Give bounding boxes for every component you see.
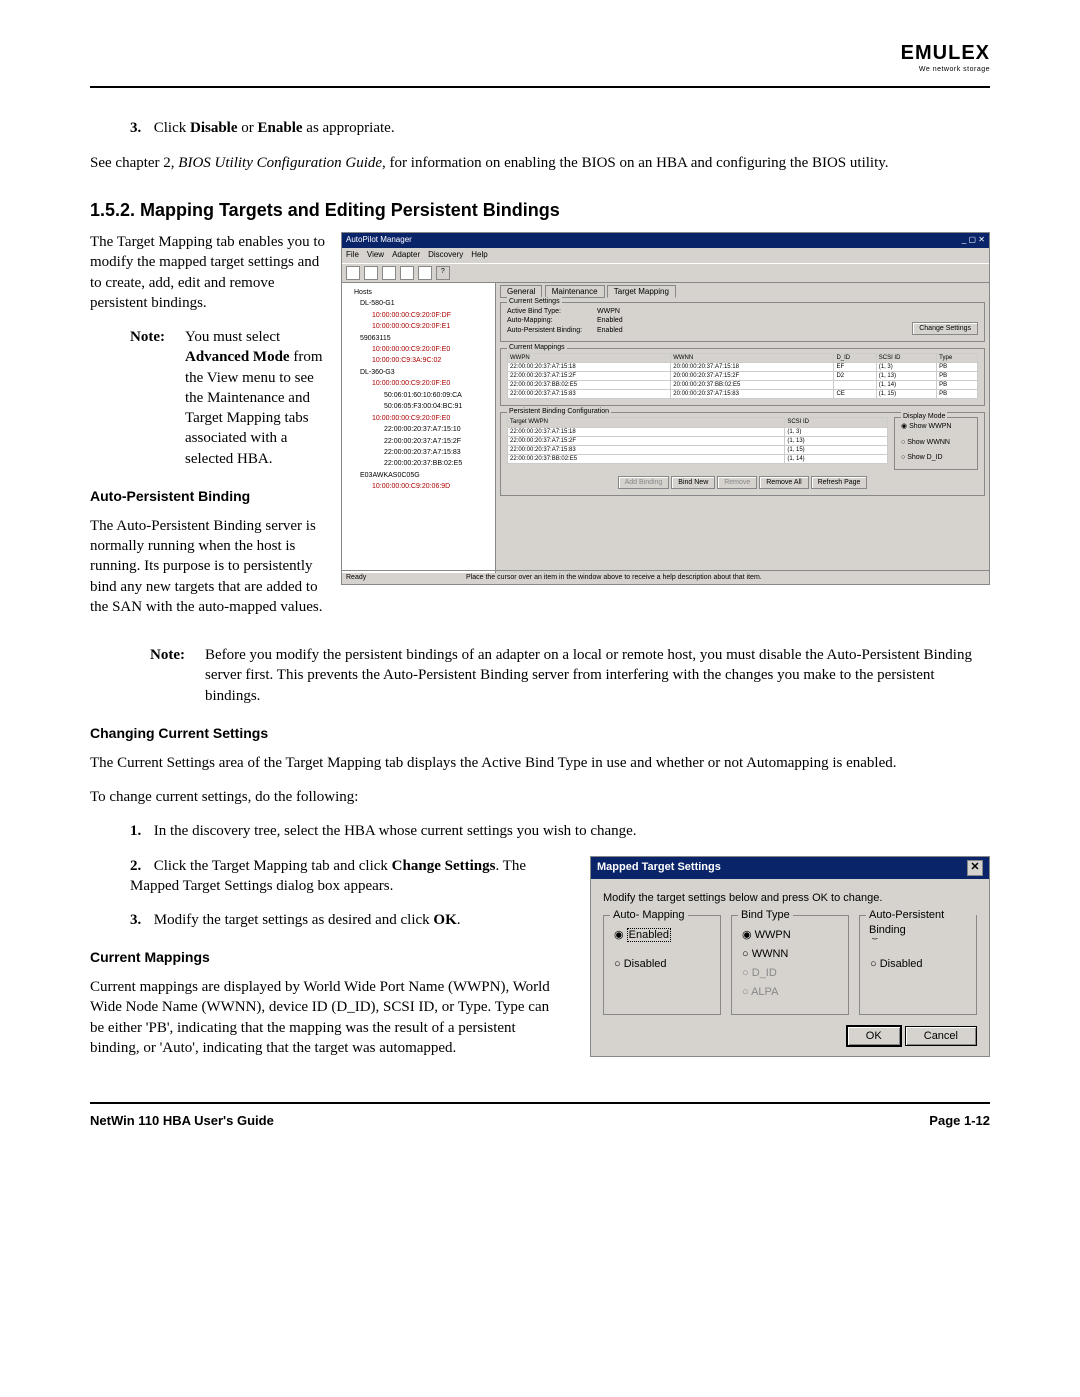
- cm-text: Current mappings are displayed by World …: [90, 977, 565, 1058]
- toolbar-icon[interactable]: [346, 266, 360, 280]
- brand-logo: EMULEX: [901, 42, 990, 64]
- app-screenshot: AutoPilot Manager _ ▢ ✕ FileViewAdapterD…: [341, 232, 990, 585]
- ccs-heading: Changing Current Settings: [90, 724, 990, 743]
- current-settings-group: Current Settings Active Bind Type:WWPN A…: [500, 302, 985, 342]
- step-3: 3. Modify the target settings as desired…: [130, 910, 565, 930]
- section-title: 1.5.2. Mapping Targets and Editing Persi…: [90, 198, 990, 222]
- refresh-page-button[interactable]: Refresh Page: [811, 476, 868, 489]
- mapping-intro: The Target Mapping tab enables you to mo…: [90, 232, 325, 313]
- header-rule: [90, 86, 990, 88]
- note-body: Before you modify the persistent binding…: [205, 645, 990, 706]
- close-icon[interactable]: ✕: [967, 860, 983, 876]
- toolbar[interactable]: ?: [342, 263, 989, 283]
- page-header: EMULEX We network storage: [90, 40, 990, 82]
- brand-tagline: We network storage: [90, 65, 990, 74]
- tab-target-mapping[interactable]: Target Mapping: [607, 285, 676, 298]
- status-bar: Ready Place the cursor over an item in t…: [342, 570, 989, 584]
- tab-bar[interactable]: General Maintenance Target Mapping: [500, 287, 985, 298]
- add-binding-button[interactable]: Add Binding: [618, 476, 670, 489]
- autopb-group: Auto-Persistent Binding ◉ Enabled ○ Disa…: [859, 915, 977, 1014]
- radio-did[interactable]: ○ D_ID: [742, 966, 838, 981]
- toolbar-icon[interactable]: [364, 266, 378, 280]
- remove-button[interactable]: Remove: [717, 476, 757, 489]
- menubar[interactable]: FileViewAdapterDiscoveryHelp: [342, 248, 989, 263]
- radio-wwpn[interactable]: ◉ WWPN: [742, 928, 838, 943]
- toolbar-icon[interactable]: [418, 266, 432, 280]
- display-mode-group: Display Mode ◉ Show WWPN ○ Show WWNN ○ S…: [894, 417, 978, 469]
- radio-enabled[interactable]: ◉ Enabled: [614, 928, 710, 943]
- note-label: Note:: [130, 327, 185, 469]
- ccs-p2: To change current settings, do the follo…: [90, 787, 990, 807]
- window-controls[interactable]: _ ▢ ✕: [962, 235, 985, 246]
- radio-disabled[interactable]: ○ Disabled: [614, 957, 710, 972]
- toolbar-icon[interactable]: [382, 266, 396, 280]
- dialog-titlebar: Mapped Target Settings ✕: [591, 857, 989, 879]
- pb-table[interactable]: Target WWPNSCSI ID 22:00:00:20:37:A7:15:…: [507, 417, 888, 463]
- auto-pb-heading: Auto-Persistent Binding: [90, 487, 325, 506]
- pb-config-group: Persistent Binding Configuration Target …: [500, 412, 985, 496]
- cancel-button[interactable]: Cancel: [905, 1026, 977, 1046]
- ccs-p1: The Current Settings area of the Target …: [90, 753, 990, 773]
- bind-new-button[interactable]: Bind New: [671, 476, 715, 489]
- page-footer: NetWin 110 HBA User's Guide Page 1-12: [90, 1102, 990, 1130]
- step-2: 2. Click the Target Mapping tab and clic…: [130, 856, 565, 897]
- automapping-group: Auto- Mapping ◉ Enabled ○ Disabled: [603, 915, 721, 1014]
- auto-pb-text: The Auto-Persistent Binding server is no…: [90, 516, 325, 617]
- change-settings-button[interactable]: Change Settings: [912, 322, 978, 335]
- dialog-screenshot: Mapped Target Settings ✕ Modify the targ…: [590, 856, 990, 1057]
- note-body: You must select Advanced Mode from the V…: [185, 327, 325, 469]
- footer-right: Page 1-12: [929, 1112, 990, 1130]
- bindtype-group: Bind Type ◉ WWPN ○ WWNN ○ D_ID ○ ALPA: [731, 915, 849, 1014]
- window-titlebar: AutoPilot Manager _ ▢ ✕: [342, 233, 989, 248]
- discovery-tree[interactable]: Hosts DL-580-G1 10:00:00:00:C9:20:0F:DF …: [342, 283, 496, 573]
- current-mappings-group: Current Mappings WWPNWWNND_IDSCSI IDType…: [500, 348, 985, 406]
- step-1: 1. In the discovery tree, select the HBA…: [130, 821, 990, 841]
- radio-alpa[interactable]: ○ ALPA: [742, 985, 838, 1000]
- dialog-instruction: Modify the target settings below and pre…: [603, 891, 977, 906]
- radio-apb-disabled[interactable]: ○ Disabled: [870, 957, 966, 972]
- note-label: Note:: [150, 645, 205, 706]
- ok-button[interactable]: OK: [846, 1025, 902, 1047]
- intro-step: 3. Click Disable or Enable as appropriat…: [130, 118, 990, 138]
- toolbar-icon[interactable]: [400, 266, 414, 280]
- remove-all-button[interactable]: Remove All: [759, 476, 808, 489]
- help-icon[interactable]: ?: [436, 266, 450, 280]
- intro-paragraph: See chapter 2, BIOS Utility Configuratio…: [90, 153, 990, 173]
- mappings-table[interactable]: WWPNWWNND_IDSCSI IDType 22:00:00:20:37:A…: [507, 353, 978, 399]
- footer-left: NetWin 110 HBA User's Guide: [90, 1112, 274, 1130]
- radio-wwnn[interactable]: ○ WWNN: [742, 947, 838, 962]
- cm-heading: Current Mappings: [90, 948, 565, 967]
